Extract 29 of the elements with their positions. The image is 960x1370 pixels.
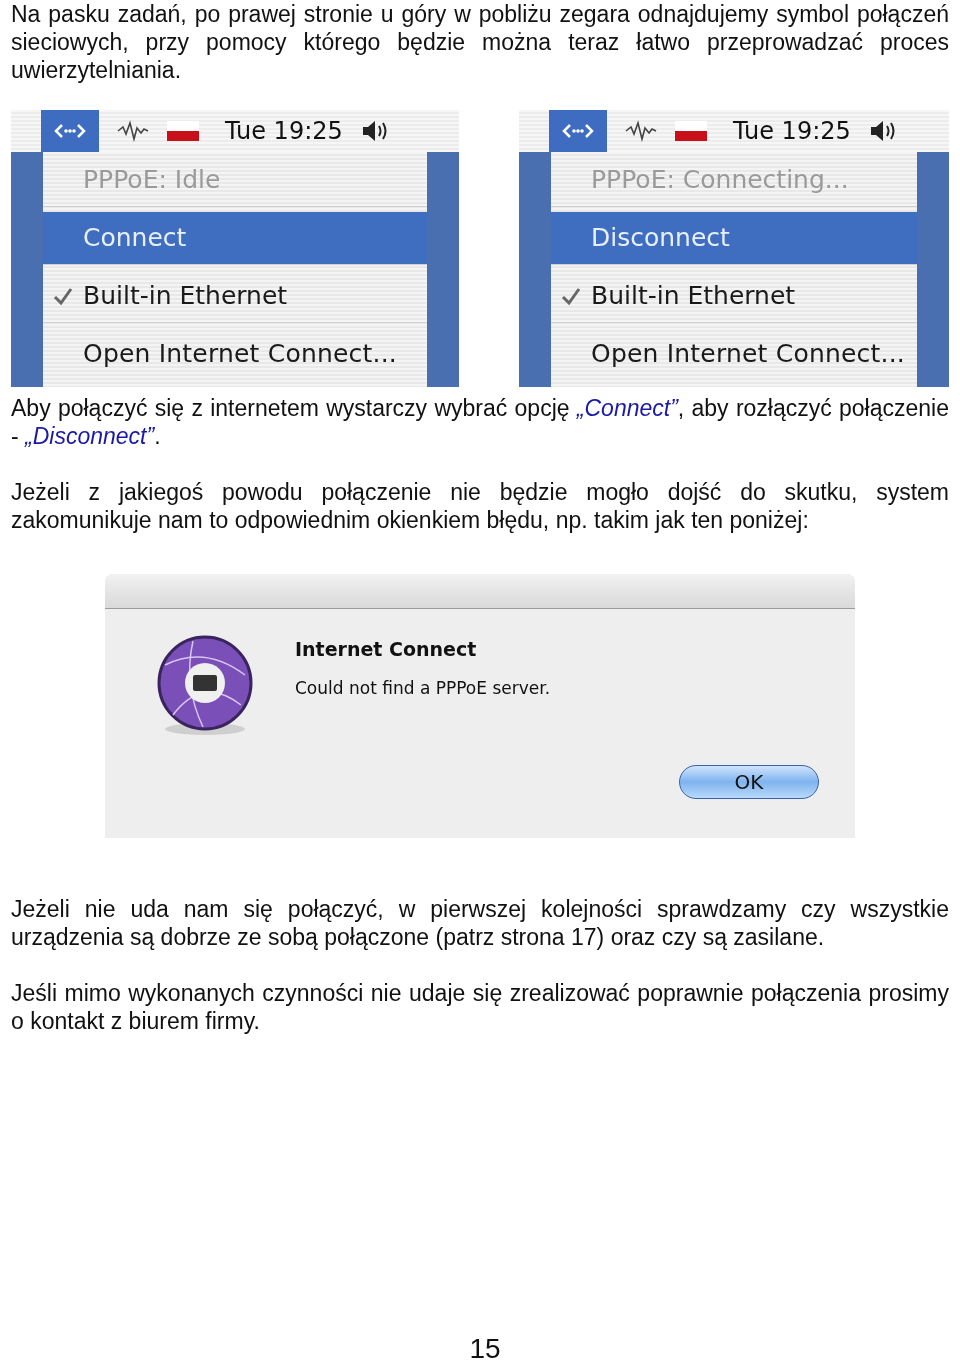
flag-icon[interactable] [675, 121, 707, 141]
menu-item: PPPoE: Connecting... [590, 164, 850, 197]
network-icon[interactable] [549, 110, 607, 152]
flag-icon[interactable] [167, 121, 199, 141]
page-number: 15 [468, 1332, 501, 1366]
network-icon[interactable] [41, 110, 99, 152]
menu-item[interactable]: Built-in Ethernet [551, 270, 917, 322]
menu-item[interactable]: Built-in Ethernet [43, 270, 427, 322]
option-term: „Disconnect” [25, 423, 155, 449]
dialog-title: Internet Connect [295, 637, 478, 662]
option-term: „Connect” [576, 395, 678, 421]
clock[interactable]: Tue 19:25 [733, 113, 851, 149]
instructions-paragraph: Aby połączyć się z internetem wystarczy wybrać opcję „Connect”, aby rozłączyć połączenie - „Disconnect”. [11, 394, 949, 450]
waveform-icon[interactable] [625, 119, 657, 143]
volume-icon[interactable] [360, 119, 389, 143]
volume-icon[interactable] [868, 119, 897, 143]
ok-button[interactable]: OK [679, 765, 819, 799]
dialog-message: Could not find a PPPoE server. [295, 676, 552, 700]
menu-item[interactable]: Connect [43, 212, 427, 264]
menu-item[interactable]: Disconnect [551, 212, 917, 264]
help-paragraph: Jeśli mimo wykonanych czynności nie udaje się zrealizować poprawnie połączenia prosimy o kontakt z biurem firmy. [11, 979, 949, 1035]
menu-item[interactable]: Open Internet Connect... [43, 328, 427, 380]
clock[interactable]: Tue 19:25 [225, 113, 343, 149]
help-paragraph: Jeżeli nie uda nam się połączyć, w pierwszej kolejności sprawdzamy czy wszystkie urządzenia są dobrze ze sobą połączone (patrz strona 17) oraz czy są zasilane. [11, 895, 949, 951]
menu-item[interactable]: Open Internet Connect... [551, 328, 917, 380]
intro-paragraph: Na pasku zadań, po prawej stronie u góry w pobliżu zegara odnajdujemy symbol połączeń sieciowych, przy pomocy którego będzie można teraz łatwo przeprowadzać proces uwierzytelniania. [11, 0, 949, 84]
menu-item: PPPoE: Idle [82, 164, 222, 197]
waveform-icon[interactable] [117, 119, 149, 143]
error-paragraph: Jeżeli z jakiegoś powodu połączenie nie będzie mogło dojść do skutku, system zakomunikuje nam to odpowiednim okienkiem błędu, np. takim jak ten poniżej: [11, 478, 949, 534]
